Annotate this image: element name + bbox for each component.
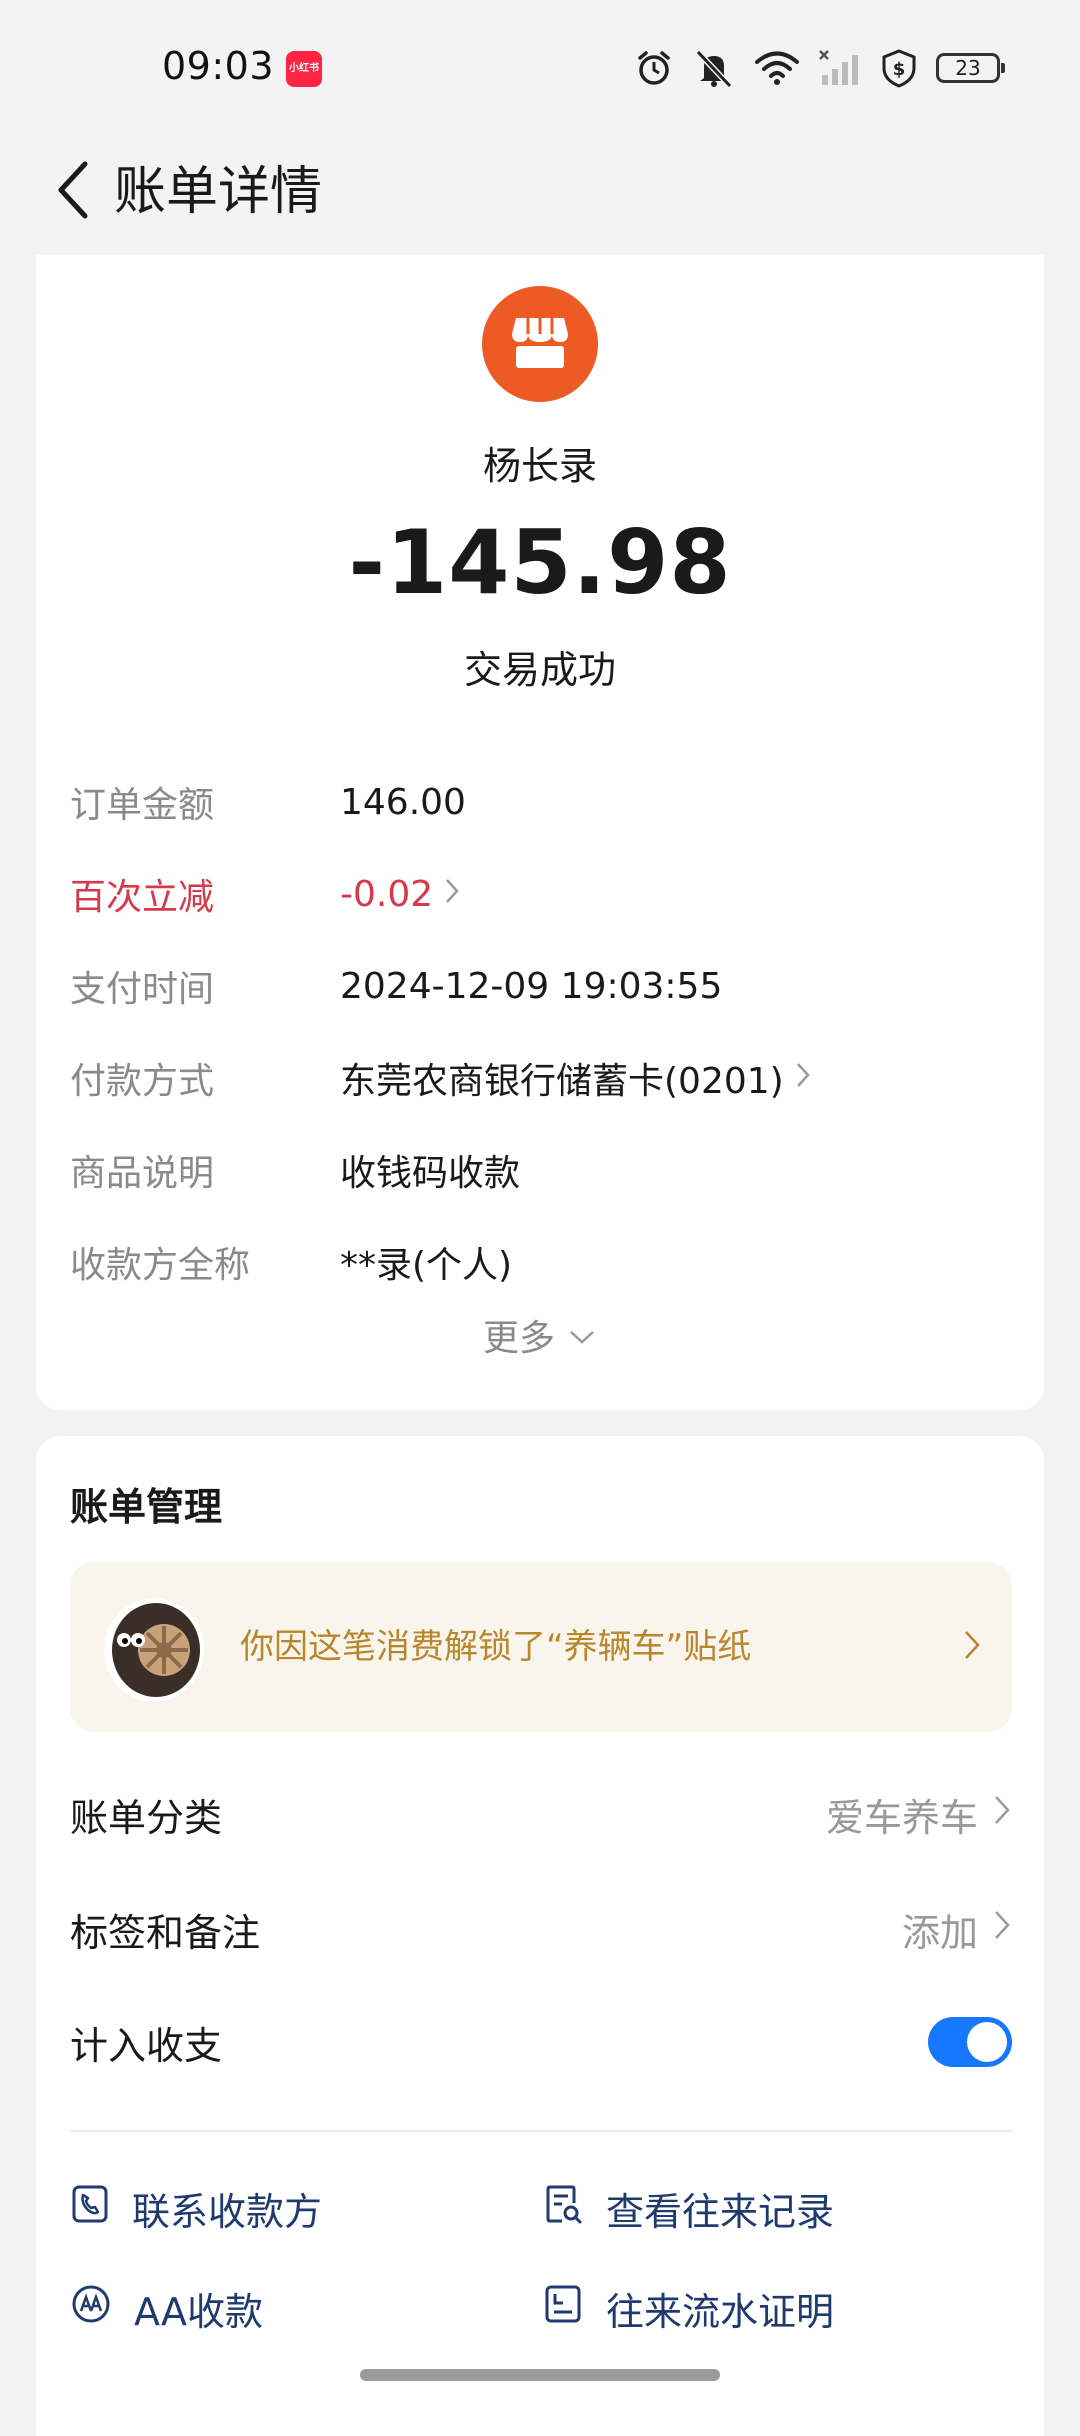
mute-icon — [692, 48, 736, 88]
action-label: 查看往来记录 — [606, 2189, 835, 2234]
detail-row-order-amount: 订单金额 146.00 — [70, 772, 1010, 832]
detail-label: 付款方式 — [70, 1061, 215, 1102]
include-in-balance-row: 计入收支 — [70, 2002, 1012, 2082]
chevron-right-icon — [992, 1792, 1012, 1836]
detail-label: 支付时间 — [70, 969, 215, 1010]
detail-row-pay-time: 支付时间 2024-12-09 19:03:55 — [70, 956, 1010, 1016]
category-value: 爱车养车 — [826, 1787, 1012, 1842]
status-time: 09:03 — [162, 44, 275, 88]
view-records-button[interactable]: 查看往来记录 — [542, 2173, 834, 2243]
more-label: 更多 — [482, 1318, 555, 1359]
svg-text:$: $ — [893, 59, 906, 80]
tags-value: 添加 — [902, 1902, 1012, 1957]
detail-value: 2024-12-09 19:03:55 — [340, 965, 723, 1007]
detail-value: 东莞农商银行储蓄卡(0201) — [340, 1052, 812, 1104]
detail-row-product-desc: 商品说明 收钱码收款 — [70, 1140, 1010, 1200]
store-icon — [508, 312, 572, 376]
include-label: 计入收支 — [70, 2023, 223, 2068]
home-indicator[interactable] — [360, 2369, 720, 2381]
detail-label: 商品说明 — [70, 1153, 215, 1194]
detail-value: **录(个人) — [340, 1245, 513, 1286]
section-title: 账单管理 — [70, 1485, 223, 1529]
bill-summary-card: 杨长录 -145.98 交易成功 订单金额 146.00 百次立减 -0.02 … — [36, 255, 1044, 1410]
contact-payee-button[interactable]: 联系收款方 — [70, 2173, 322, 2243]
detail-row-discount[interactable]: 百次立减 -0.02 — [70, 864, 1010, 924]
back-button[interactable] — [28, 147, 118, 237]
back-arrow-icon — [53, 160, 93, 224]
security-shield-icon: $ — [880, 48, 918, 88]
detail-label: 收款方全称 — [70, 1245, 251, 1286]
certificate-icon — [542, 2283, 584, 2334]
xiaohongshu-app-icon: 小红书 — [286, 51, 322, 87]
divider — [70, 2130, 1012, 2132]
chevron-right-icon — [443, 874, 461, 915]
sticker-text: 你因这笔消费解锁了“养辆车”贴纸 — [240, 1627, 752, 1667]
battery-icon: 23 — [936, 53, 1005, 83]
transaction-proof-button[interactable]: 往来流水证明 — [542, 2273, 834, 2343]
action-label: AA收款 — [134, 2289, 264, 2334]
detail-label: 订单金额 — [70, 785, 215, 826]
chevron-down-icon — [567, 1315, 597, 1356]
toggle-knob — [967, 2022, 1007, 2062]
transaction-amount: -145.98 — [348, 511, 732, 614]
records-icon — [542, 2183, 584, 2234]
chevron-right-icon — [992, 1907, 1012, 1951]
detail-row-payee-name: 收款方全称 **录(个人) — [70, 1232, 1010, 1292]
tags-label: 标签和备注 — [70, 1910, 261, 1955]
status-icons: $ 23 — [634, 46, 1005, 90]
include-in-balance-toggle[interactable] — [928, 2017, 1012, 2067]
sticker-unlock-banner[interactable]: 你因这笔消费解锁了“养辆车”贴纸 — [70, 1562, 1012, 1732]
merchant-name: 杨长录 — [482, 444, 597, 488]
bill-management-card: 账单管理 你因这笔消费解锁了“养辆车”贴纸 账单分类 爱车养车 标签和备注 添加… — [36, 1436, 1044, 2436]
aa-collect-button[interactable]: AA收款 — [70, 2273, 263, 2343]
alarm-icon — [634, 48, 674, 88]
merchant-avatar — [482, 286, 598, 402]
page-title: 账单详情 — [114, 162, 323, 222]
transaction-status: 交易成功 — [463, 648, 616, 692]
signal-icon — [818, 49, 862, 87]
more-button[interactable]: 更多 — [36, 1305, 1044, 1365]
category-label: 账单分类 — [70, 1795, 223, 1840]
header: 账单详情 — [0, 135, 1080, 255]
detail-value: 146.00 — [340, 781, 466, 823]
tags-notes-row[interactable]: 标签和备注 添加 — [70, 1889, 1012, 1969]
phone-icon — [70, 2183, 110, 2234]
detail-label: 百次立减 — [70, 877, 215, 918]
bill-category-row[interactable]: 账单分类 爱车养车 — [70, 1774, 1012, 1854]
detail-row-payment-method[interactable]: 付款方式 东莞农商银行储蓄卡(0201) — [70, 1048, 1010, 1108]
detail-value: 收钱码收款 — [340, 1153, 521, 1194]
chevron-right-icon — [962, 1628, 982, 1666]
status-bar: 09:03 小红书 $ 23 — [0, 0, 1080, 135]
aa-icon — [70, 2283, 112, 2334]
detail-value: -0.02 — [340, 874, 461, 915]
chevron-right-icon — [794, 1058, 812, 1099]
wifi-icon — [754, 50, 800, 86]
action-label: 联系收款方 — [132, 2189, 323, 2234]
action-label: 往来流水证明 — [606, 2289, 835, 2334]
tire-sticker-icon — [102, 1592, 206, 1704]
